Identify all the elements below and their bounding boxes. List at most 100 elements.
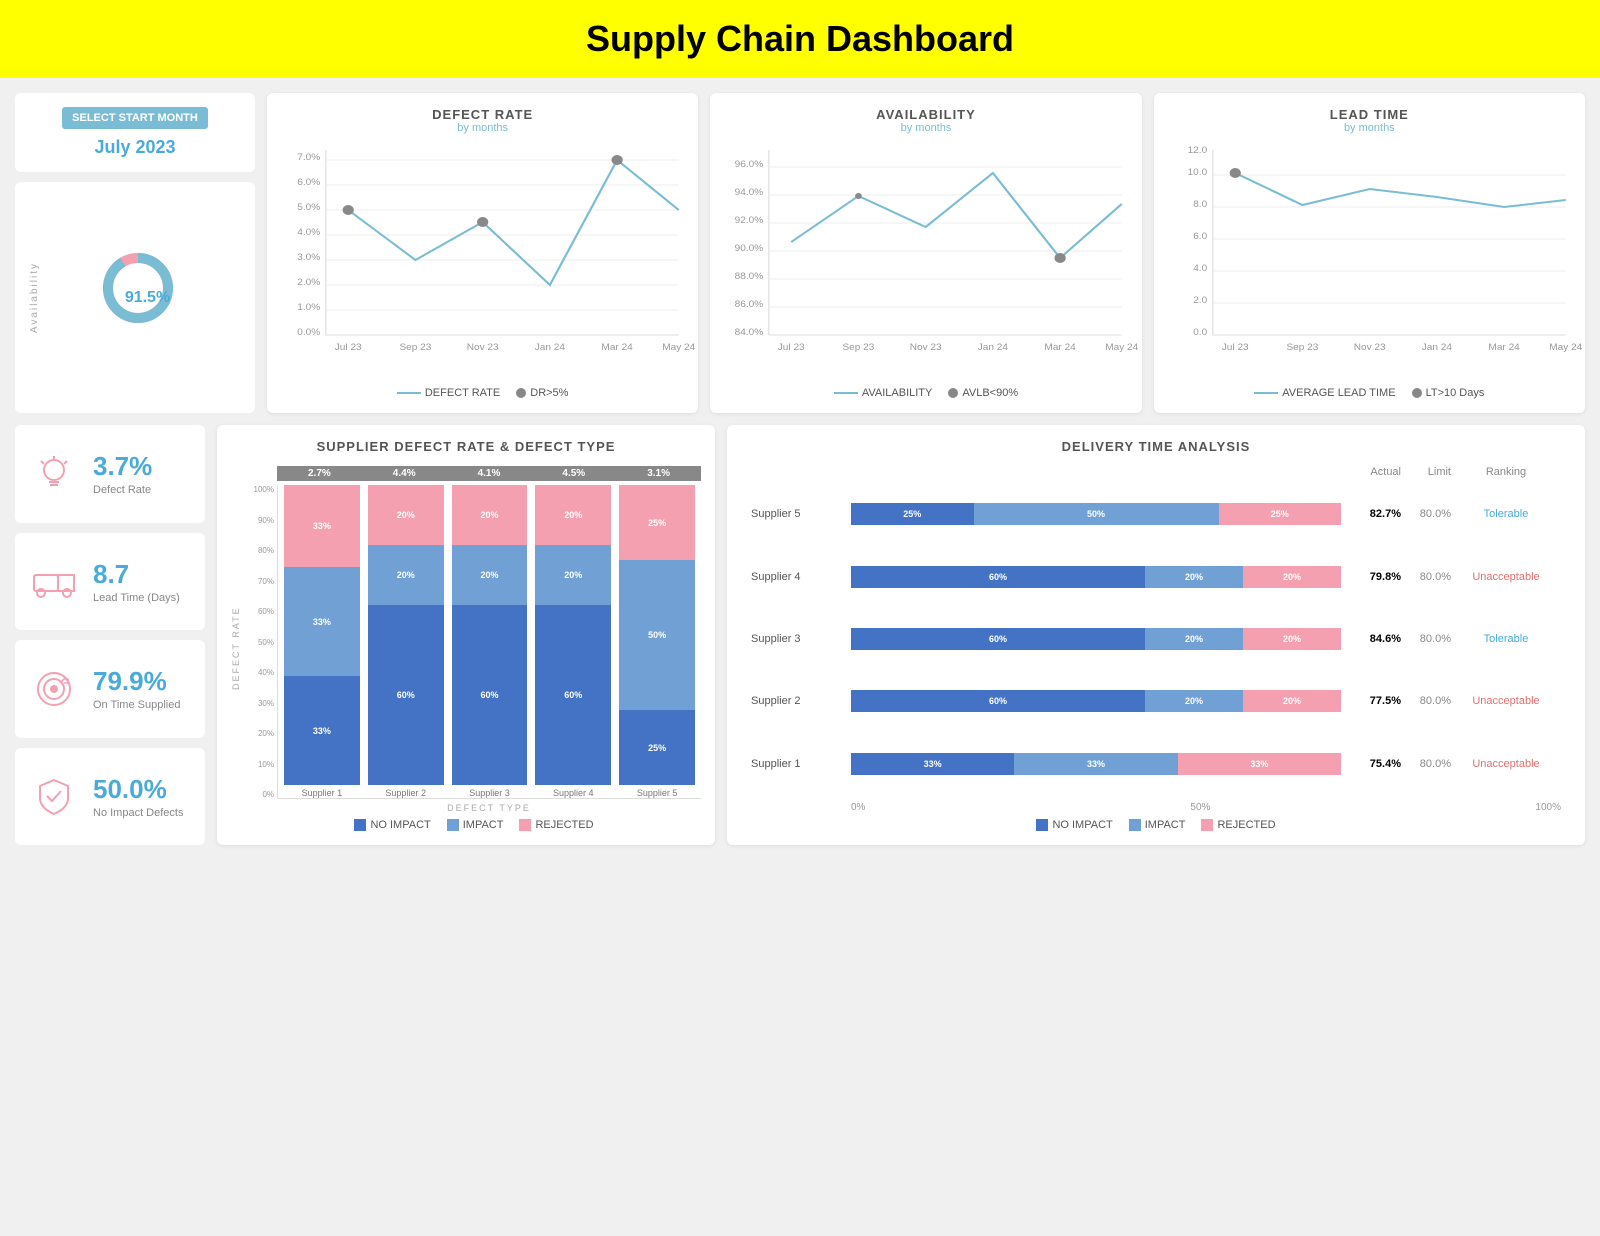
bar-s5-noimpact: 25% (619, 710, 695, 785)
supplier-defect-legend: NO IMPACT IMPACT REJECTED (247, 819, 701, 831)
target-icon (29, 664, 79, 714)
availability-chart: AVAILABILITY by months 84.0% 86.0% 88.0%… (710, 93, 1141, 413)
dt-s4-limit: 80.0% (1401, 571, 1451, 583)
bar-s4-stack: 20% 20% 60% (535, 485, 611, 785)
dt-s3-noimpact: 60% (851, 628, 1145, 650)
dt-s2-rank: Unacceptable (1451, 695, 1561, 707)
dt-s5-noimpact: 25% (851, 503, 974, 525)
dt-s2-impact: 20% (1145, 690, 1243, 712)
metric-on-time: 79.9% On Time Supplied (15, 640, 205, 738)
svg-text:Jan 24: Jan 24 (1421, 342, 1452, 352)
svg-text:5.0%: 5.0% (297, 202, 320, 212)
svg-text:Mar 24: Mar 24 (1488, 342, 1520, 352)
bar-s2-noimpact: 60% (368, 605, 444, 785)
availability-legend: AVAILABILITY AVLB<90% (724, 387, 1127, 399)
dt-s2-bar: 60% 20% 20% (851, 690, 1341, 712)
x-axis-label: DEFECT TYPE (277, 803, 701, 813)
bar-supplier-3: 20% 20% 60% Supplier 3 (452, 485, 528, 798)
svg-text:6.0: 6.0 (1193, 231, 1207, 241)
dt-s1-actual: 75.4% (1341, 758, 1401, 770)
defect-rate-chart: DEFECT RATE by months 0.0% 1.0% 2.0% 3.0… (267, 93, 698, 413)
svg-text:94.0%: 94.0% (735, 187, 764, 197)
rate-s4: 4.5% (531, 466, 616, 481)
month-value: July 2023 (29, 137, 241, 158)
bar-s1-impact: 33% (284, 567, 360, 676)
lead-time-label: Lead Time (Days) (93, 592, 180, 604)
dt-s3-limit: 80.0% (1401, 633, 1451, 645)
svg-text:Mar 24: Mar 24 (1045, 342, 1077, 352)
bar-chart-main: 2.7% 4.4% 4.1% 4.5% 3.1% 0%10%20%30%40%5… (247, 466, 701, 831)
svg-text:2.0: 2.0 (1193, 295, 1207, 305)
metric-defect-rate: 3.7% Defect Rate (15, 425, 205, 523)
bar-s4-noimpact: 60% (535, 605, 611, 785)
rate-s1: 2.7% (277, 466, 362, 481)
svg-text:92.0%: 92.0% (735, 215, 764, 225)
availability-subtitle: by months (724, 122, 1127, 134)
dt-s3-rejected: 20% (1243, 628, 1341, 650)
on-time-label: On Time Supplied (93, 699, 180, 711)
dt-s3-actual: 84.6% (1341, 633, 1401, 645)
select-month-label[interactable]: SELECT START MONTH (62, 107, 208, 129)
svg-text:4.0%: 4.0% (297, 227, 320, 237)
dt-s4-bar: 60% 20% 20% (851, 566, 1341, 588)
svg-text:86.0%: 86.0% (735, 299, 764, 309)
truck-icon (29, 556, 79, 606)
lead-time-chart-area: 0.0 2.0 4.0 6.0 8.0 10.0 12.0 (1168, 140, 1571, 379)
dt-s5-rejected: 25% (1219, 503, 1342, 525)
bar-supplier-5: 25% 50% 25% Supplier 5 (619, 485, 695, 798)
bar-s2-stack: 20% 20% 60% (368, 485, 444, 785)
dt-s1-rank: Unacceptable (1451, 758, 1561, 770)
svg-text:May 24: May 24 (662, 342, 696, 352)
dt-s5-bar: 25% 50% 25% (851, 503, 1341, 525)
dt-s5-limit: 80.0% (1401, 508, 1451, 520)
lead-time-legend: AVERAGE LEAD TIME LT>10 Days (1168, 387, 1571, 399)
svg-text:0.0%: 0.0% (297, 327, 320, 337)
col-limit: Limit (1401, 466, 1451, 478)
legend-no-impact: NO IMPACT (370, 819, 430, 831)
on-time-value: 79.9% (93, 666, 180, 697)
bar-s4-label: Supplier 4 (535, 788, 611, 798)
svg-text:Jan 24: Jan 24 (978, 342, 1009, 352)
dt-s2-noimpact: 60% (851, 690, 1145, 712)
availability-vertical-label: Availability (29, 262, 40, 333)
metric-no-impact: 50.0% No Impact Defects (15, 748, 205, 846)
bar-s1-rejected: 33% (284, 485, 360, 567)
bar-s3-label: Supplier 3 (452, 788, 528, 798)
y-axis-label: DEFECT RATE (231, 466, 247, 831)
bar-s2-impact: 20% (368, 545, 444, 605)
dt-s4-name: Supplier 4 (751, 571, 851, 583)
bulb-icon (29, 449, 79, 499)
bar-s3-stack: 20% 20% 60% (452, 485, 528, 785)
dt-rows: Supplier 5 25% 50% 25% 82.7% 80.0% Toler… (741, 486, 1571, 798)
dt-s5-name: Supplier 5 (751, 508, 851, 520)
bar-s1-stack: 33% 33% 33% (284, 485, 360, 785)
bar-s5-stack: 25% 50% 25% (619, 485, 695, 785)
dt-s3-impact: 20% (1145, 628, 1243, 650)
dt-legend-no-impact: NO IMPACT (1052, 819, 1112, 831)
svg-text:Nov 23: Nov 23 (467, 342, 499, 352)
dt-s2-actual: 77.5% (1341, 695, 1401, 707)
dt-row-s5: Supplier 5 25% 50% 25% 82.7% 80.0% Toler… (751, 503, 1561, 525)
dt-row-s4: Supplier 4 60% 20% 20% 79.8% 80.0% Unacc… (751, 566, 1561, 588)
metric-lead-time: 8.7 Lead Time (Days) (15, 533, 205, 631)
delivery-time-card: DELIVERY TIME ANALYSIS Actual Limit Rank… (727, 425, 1585, 845)
legend-rejected: REJECTED (535, 819, 593, 831)
defect-rate-label: Defect Rate (93, 484, 152, 496)
dt-s4-actual: 79.8% (1341, 571, 1401, 583)
dt-header: Actual Limit Ranking (741, 466, 1571, 478)
svg-text:Sep 23: Sep 23 (1286, 342, 1318, 352)
bar-s5-impact: 50% (619, 560, 695, 710)
svg-text:88.0%: 88.0% (735, 271, 764, 281)
defect-rate-subtitle: by months (281, 122, 684, 134)
svg-text:96.0%: 96.0% (735, 159, 764, 169)
dt-s2-limit: 80.0% (1401, 695, 1451, 707)
chart-with-yaxis: 0%10%20%30%40%50%60%70%80%90%100% 33% 33… (247, 485, 701, 799)
svg-text:Jul 23: Jul 23 (1221, 342, 1248, 352)
rate-s5: 3.1% (616, 466, 701, 481)
svg-text:Nov 23: Nov 23 (1353, 342, 1385, 352)
dt-row-s1: Supplier 1 33% 33% 33% 75.4% 80.0% Unacc… (751, 753, 1561, 775)
dt-row-s2: Supplier 2 60% 20% 20% 77.5% 80.0% Unacc… (751, 690, 1561, 712)
row1: SELECT START MONTH July 2023 Availabilit… (15, 93, 1585, 413)
bar-s4-rejected: 20% (535, 485, 611, 545)
svg-text:2.0%: 2.0% (297, 277, 320, 287)
